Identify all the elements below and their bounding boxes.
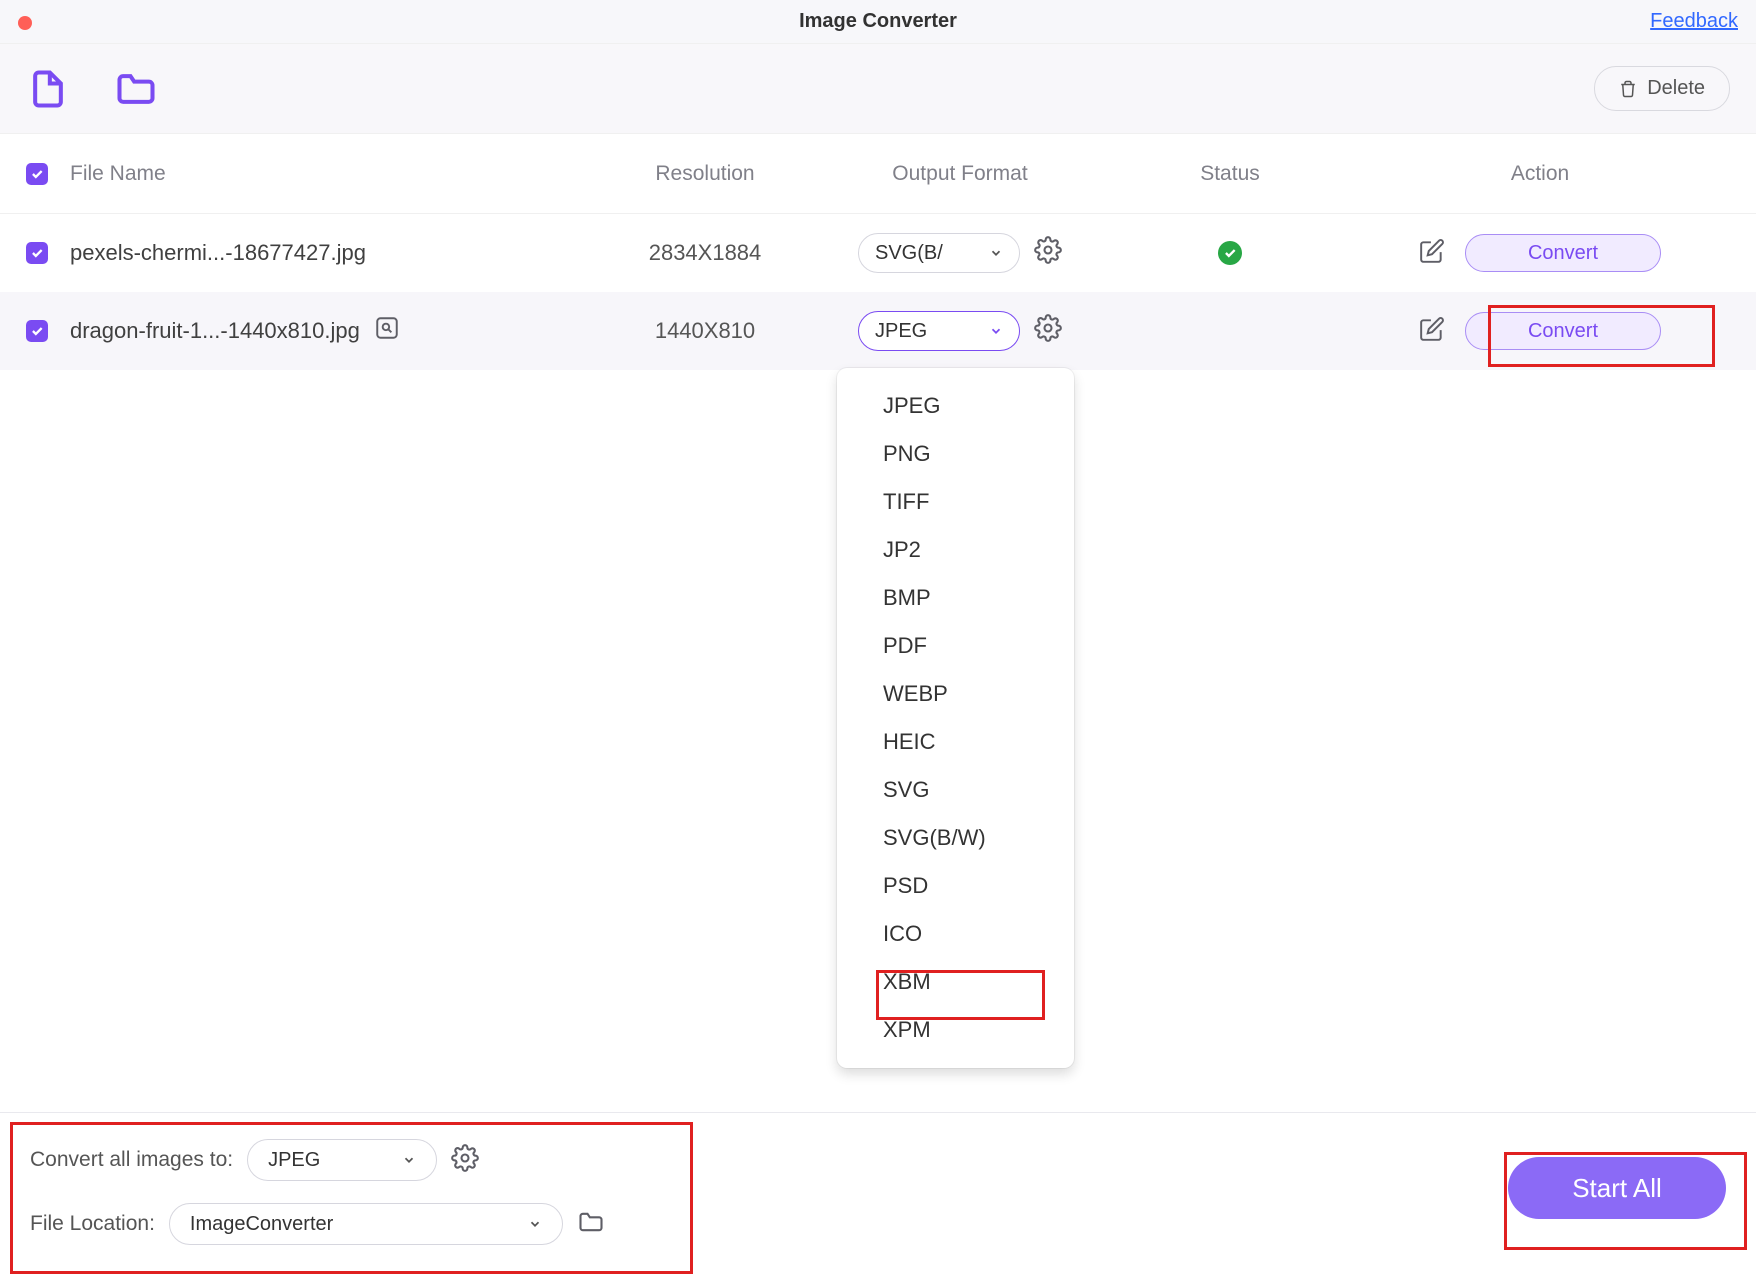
file-resolution: 1440X810 [600, 318, 810, 344]
trash-icon [1619, 80, 1637, 98]
dropdown-item[interactable]: XPM [837, 1006, 1074, 1054]
location-select[interactable]: ImageConverter [169, 1203, 563, 1245]
location-label: File Location: [30, 1212, 155, 1236]
col-name-header: File Name [70, 162, 600, 186]
start-all-label: Start All [1572, 1173, 1662, 1204]
format-dropdown: JPEG PNG TIFF JP2 BMP PDF WEBP HEIC SVG … [837, 368, 1074, 1068]
dropdown-item[interactable]: TIFF [837, 478, 1074, 526]
column-headers: File Name Resolution Output Format Statu… [0, 134, 1756, 214]
start-all-button[interactable]: Start All [1508, 1157, 1726, 1219]
add-file-icon[interactable] [26, 67, 70, 111]
titlebar: Image Converter Feedback [0, 0, 1756, 44]
settings-icon[interactable] [451, 1144, 479, 1177]
bottom-bar: Convert all images to: JPEG File Locatio… [0, 1112, 1756, 1274]
col-action-header: Action [1350, 162, 1730, 186]
format-select[interactable]: JPEG [858, 311, 1020, 351]
table-row: pexels-chermi...-18677427.jpg 2834X1884 … [0, 214, 1756, 292]
chevron-down-icon [528, 1217, 542, 1231]
col-status-header: Status [1110, 162, 1350, 186]
col-res-header: Resolution [600, 162, 810, 186]
edit-icon[interactable] [1419, 238, 1445, 269]
dropdown-item[interactable]: SVG(B/W) [837, 814, 1074, 862]
chevron-down-icon [989, 246, 1003, 260]
format-value: JPEG [875, 320, 927, 343]
location-value: ImageConverter [190, 1213, 333, 1236]
delete-button[interactable]: Delete [1594, 66, 1730, 111]
dropdown-item[interactable]: BMP [837, 574, 1074, 622]
dropdown-item[interactable]: SVG [837, 766, 1074, 814]
chevron-down-icon [402, 1153, 416, 1167]
folder-icon[interactable] [577, 1208, 605, 1241]
convert-label: Convert [1528, 242, 1598, 265]
dropdown-item[interactable]: JP2 [837, 526, 1074, 574]
convert-all-select[interactable]: JPEG [247, 1139, 437, 1181]
convert-label: Convert [1528, 320, 1598, 343]
settings-icon[interactable] [1034, 236, 1062, 270]
dropdown-item[interactable]: WEBP [837, 670, 1074, 718]
convert-all-label: Convert all images to: [30, 1148, 233, 1172]
delete-label: Delete [1647, 77, 1705, 100]
convert-all-value: JPEG [268, 1149, 320, 1172]
window-title: Image Converter [799, 10, 957, 33]
format-value: SVG(B/ [875, 242, 943, 265]
settings-icon[interactable] [1034, 314, 1062, 348]
dropdown-item[interactable]: ICO [837, 910, 1074, 958]
dropdown-item[interactable]: HEIC [837, 718, 1074, 766]
close-icon[interactable] [18, 16, 32, 30]
toolbar: Delete [0, 44, 1756, 134]
dropdown-item[interactable]: PSD [837, 862, 1074, 910]
dropdown-item[interactable]: PDF [837, 622, 1074, 670]
edit-icon[interactable] [1419, 316, 1445, 347]
row-checkbox[interactable] [26, 320, 48, 342]
dropdown-item[interactable]: JPEG [837, 382, 1074, 430]
select-all-checkbox[interactable] [26, 163, 48, 185]
convert-button[interactable]: Convert [1465, 312, 1661, 350]
dropdown-item[interactable]: XBM [837, 958, 1074, 1006]
row-checkbox[interactable] [26, 242, 48, 264]
col-fmt-header: Output Format [810, 162, 1110, 186]
preview-icon[interactable] [374, 315, 400, 347]
format-select[interactable]: SVG(B/ [858, 233, 1020, 273]
feedback-link[interactable]: Feedback [1650, 10, 1738, 33]
dropdown-item[interactable]: PNG [837, 430, 1074, 478]
file-resolution: 2834X1884 [600, 240, 810, 266]
table-row: dragon-fruit-1...-1440x810.jpg 1440X810 … [0, 292, 1756, 370]
add-folder-icon[interactable] [114, 67, 158, 111]
file-name: dragon-fruit-1...-1440x810.jpg [70, 318, 360, 344]
chevron-down-icon [989, 324, 1003, 338]
convert-button[interactable]: Convert [1465, 234, 1661, 272]
status-ok-icon [1218, 241, 1242, 265]
file-name: pexels-chermi...-18677427.jpg [70, 240, 366, 266]
